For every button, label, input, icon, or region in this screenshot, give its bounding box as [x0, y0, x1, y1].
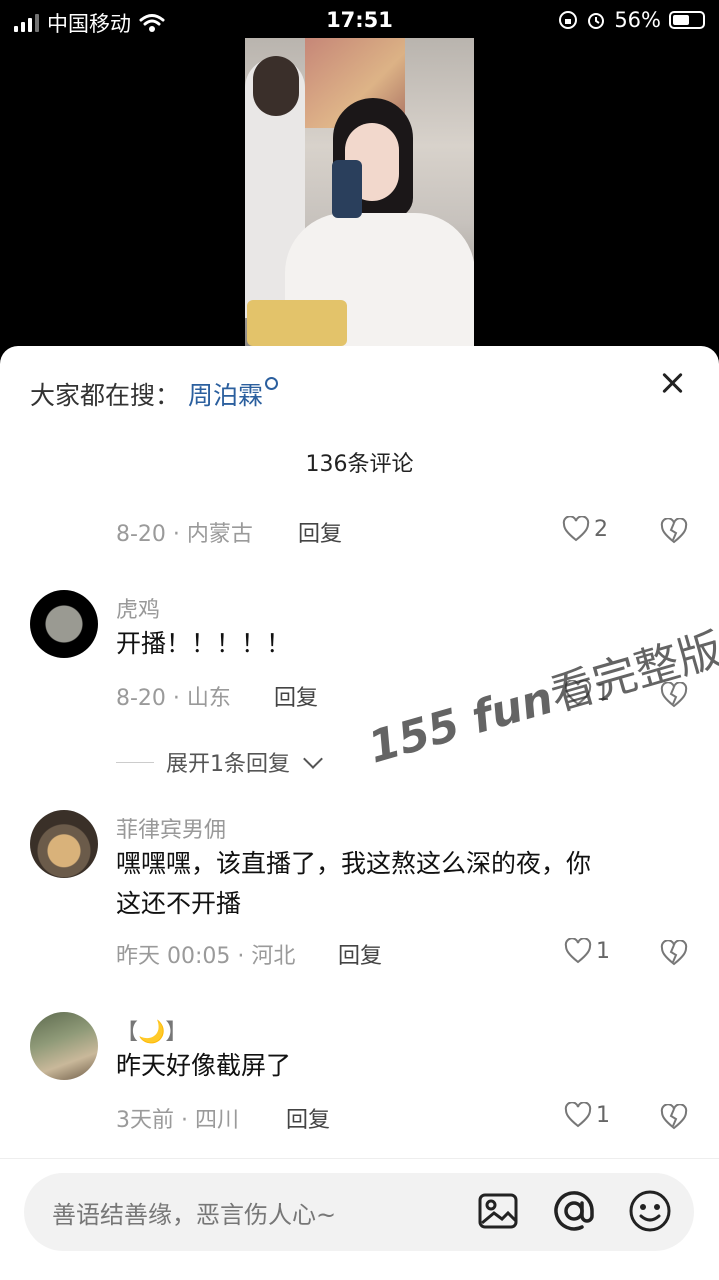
comment-input-placeholder: 善语结善缘，恶言伤人心~	[52, 1201, 337, 1229]
comment-text-line2: 这还不开播	[116, 889, 242, 918]
comment-username[interactable]: 【🌙】	[116, 1014, 187, 1046]
alarm-icon	[588, 13, 605, 29]
watermark-cn: 看完整版	[544, 623, 719, 722]
status-bar: 中国移动 17:51 56%	[0, 0, 719, 40]
comment-count: 136条评论	[305, 452, 414, 477]
image-icon[interactable]	[476, 1189, 520, 1233]
comment-username[interactable]: 菲律宾男佣	[116, 812, 226, 844]
like-count: 2	[594, 516, 608, 542]
like-count: 1	[596, 1102, 610, 1128]
comment-username[interactable]: 虎鸡	[116, 592, 160, 624]
avatar[interactable]	[30, 1012, 98, 1080]
like-button[interactable]: 1	[564, 938, 610, 964]
reply-button[interactable]: 回复	[286, 1102, 330, 1134]
comment-text: 昨天好像截屏了	[116, 1051, 292, 1080]
watermark-latin: 155 fun	[363, 672, 559, 774]
comment-meta: 8-20 · 内蒙古	[116, 522, 253, 547]
search-icon	[265, 377, 279, 390]
at-icon[interactable]	[552, 1189, 596, 1233]
heart-icon	[564, 938, 592, 964]
close-icon[interactable]	[661, 372, 683, 394]
divider	[116, 761, 154, 763]
comment-text: 开播！！！！！	[116, 629, 292, 658]
like-button[interactable]: 2	[562, 516, 608, 542]
comment-input-bar: 善语结善缘，恶言伤人心~	[0, 1158, 719, 1280]
comment-input[interactable]: 善语结善缘，恶言伤人心~	[24, 1173, 694, 1251]
expand-replies-button[interactable]: 展开1条回复	[116, 746, 323, 778]
chevron-down-icon	[303, 749, 323, 769]
heart-icon	[564, 1102, 592, 1128]
avatar[interactable]	[30, 810, 98, 878]
search-term[interactable]: 周泊霖	[188, 381, 263, 410]
avatar[interactable]	[30, 590, 98, 658]
comment-sheet: 大家都在搜： 周泊霖 136条评论 8-20 · 内蒙古 回复 2 虎鸡 开播！！…	[0, 346, 719, 1280]
reply-button[interactable]: 回复	[274, 680, 318, 712]
video-player[interactable]	[245, 38, 474, 346]
rotation-lock-icon	[559, 11, 578, 29]
emoji-icon[interactable]	[628, 1189, 672, 1233]
reply-button[interactable]: 回复	[298, 516, 342, 548]
like-button[interactable]: 1	[564, 1102, 610, 1128]
comment-meta: 8-20 · 山东	[116, 686, 231, 711]
battery-icon	[669, 11, 705, 29]
comment-meta: 3天前 · 四川	[116, 1108, 239, 1133]
comment-text-line1: 嘿嘿嘿，该直播了，我这熬这么深的夜，你	[116, 849, 592, 878]
heart-icon	[562, 516, 590, 542]
search-suggestion[interactable]: 大家都在搜： 周泊霖	[30, 376, 279, 412]
search-prefix: 大家都在搜：	[30, 381, 181, 410]
comment-meta: 昨天 00:05 · 河北	[116, 944, 296, 969]
broken-heart-icon[interactable]	[660, 1104, 688, 1130]
reply-button[interactable]: 回复	[338, 938, 382, 970]
broken-heart-icon[interactable]	[660, 518, 688, 544]
battery-percent: 56%	[614, 8, 661, 32]
like-count: 1	[596, 938, 610, 964]
expand-replies-label: 展开1条回复	[166, 752, 290, 777]
broken-heart-icon[interactable]	[660, 940, 688, 966]
